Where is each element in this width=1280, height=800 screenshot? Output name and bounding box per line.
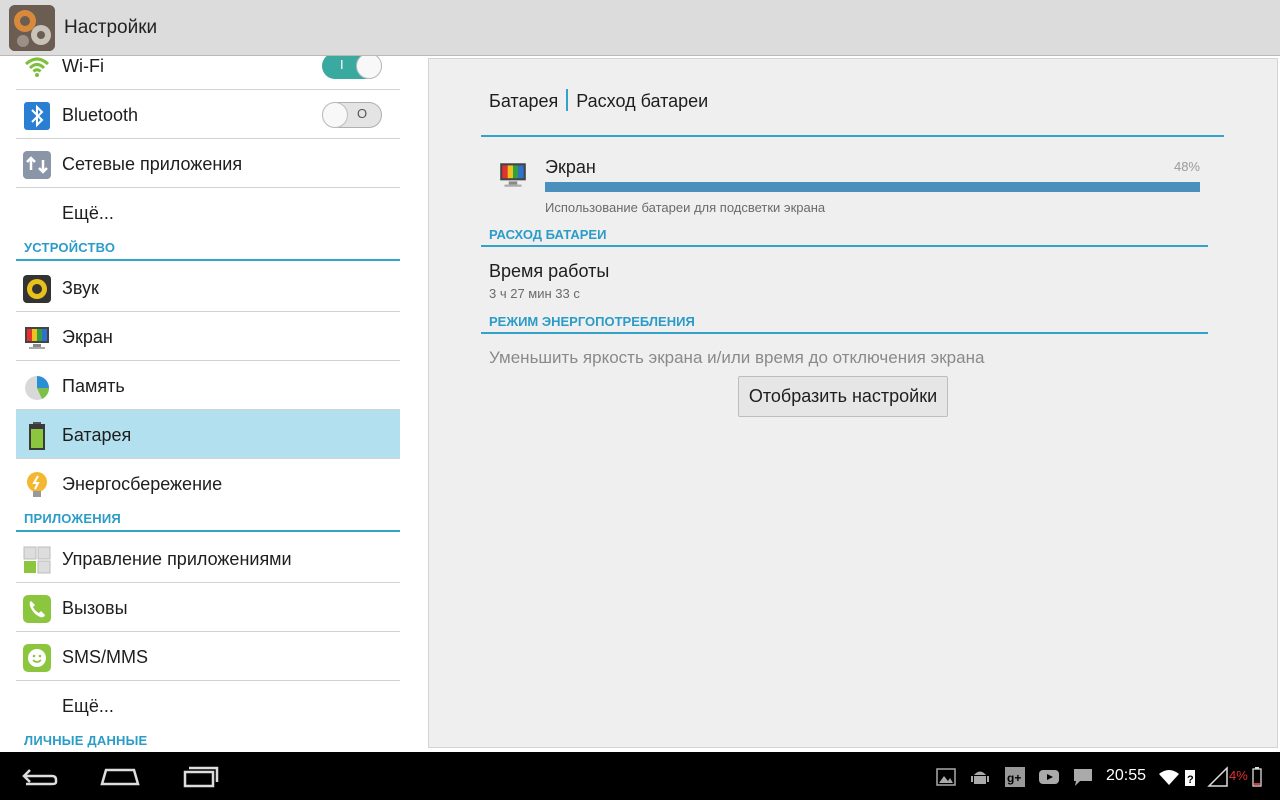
action-bar: Настройки	[0, 0, 1280, 56]
usage-percent: 48%	[1173, 159, 1200, 174]
phone-icon	[23, 595, 51, 623]
sidebar-item-label: Wi-Fi	[62, 56, 104, 76]
sidebar-item-battery[interactable]: Батарея	[16, 410, 400, 459]
wifi-toggle[interactable]: I	[322, 56, 382, 79]
sidebar-item-more-wireless[interactable]: Ещё...	[16, 188, 400, 237]
back-icon[interactable]	[18, 762, 62, 790]
sidebar-item-power-saving[interactable]: Энергосбережение	[16, 459, 400, 508]
breadcrumb-divider	[481, 135, 1224, 137]
show-settings-button[interactable]: Отобразить настройки	[738, 376, 948, 417]
sidebar-item-label: Звук	[62, 278, 99, 298]
sidebar-item-label: Батарея	[62, 425, 132, 445]
status-clock: 20:55	[1106, 767, 1147, 784]
usage-item-name[interactable]: Экран	[545, 157, 596, 178]
section-header-device: УСТРОЙСТВО	[16, 237, 400, 261]
bluetooth-toggle[interactable]: O	[322, 102, 382, 128]
section-title: РЕЖИМ ЭНЕРГОПОТРЕБЛЕНИЯ	[489, 314, 695, 329]
runtime-value: 3 ч 27 мин 33 с	[489, 286, 580, 301]
recent-apps-icon[interactable]	[179, 762, 223, 790]
display-icon	[500, 163, 526, 187]
pie-chart-icon	[25, 376, 50, 400]
lightbulb-icon	[27, 472, 47, 497]
sidebar-item-sms-mms[interactable]: SMS/MMS	[16, 632, 400, 681]
power-hint: Уменьшить яркость экрана и/или время до …	[489, 348, 985, 367]
youtube-icon	[1039, 770, 1059, 784]
section-title: РАСХОД БАТАРЕИ	[489, 227, 607, 242]
breadcrumb: Батарея Расход батареи	[489, 89, 709, 113]
battery-percent: 4%	[1229, 768, 1248, 783]
settings-sidebar[interactable]: Wi-Fi I Bluetooth O Сетевые приложения Е…	[0, 56, 420, 752]
sidebar-item-label: Управление приложениями	[62, 549, 292, 569]
sidebar-item-label: Ещё...	[62, 696, 114, 716]
sidebar-item-more-apps[interactable]: Ещё...	[16, 681, 400, 730]
home-icon[interactable]	[98, 762, 142, 790]
toggle-knob	[356, 56, 382, 79]
usage-progress-bar	[545, 182, 1200, 192]
toggle-on-mark: I	[340, 57, 344, 72]
usage-description: Использование батареи для подсветки экра…	[545, 200, 826, 215]
sidebar-item-wifi[interactable]: Wi-Fi I	[16, 56, 400, 90]
runtime-label: Время работы	[489, 261, 610, 281]
wifi-icon	[24, 57, 50, 77]
apps-grid-icon	[23, 546, 51, 574]
signal-icon	[1207, 766, 1228, 787]
android-icon	[971, 771, 989, 784]
app-title: Настройки	[64, 17, 158, 38]
svg-text:g+: g+	[1007, 771, 1021, 785]
battery-detail-pane: Батарея Расход батареи Экран 48% Использо…	[428, 58, 1278, 748]
sidebar-item-display[interactable]: Экран	[16, 312, 400, 361]
wifi-unknown-icon: ?	[1185, 770, 1195, 786]
sidebar-item-label: Вызовы	[62, 598, 128, 618]
sidebar-item-label: Экран	[62, 327, 113, 347]
sidebar-item-label: Сетевые приложения	[62, 154, 243, 174]
sidebar-item-label: Ещё...	[62, 203, 114, 223]
section-header-apps: ПРИЛОЖЕНИЯ	[16, 508, 400, 532]
breadcrumb-item-battery-usage: Расход батареи	[576, 91, 709, 111]
sidebar-item-bluetooth[interactable]: Bluetooth O	[16, 90, 400, 139]
section-header-battery-usage: РАСХОД БАТАРЕИ	[481, 225, 1208, 247]
sidebar-item-label: Bluetooth	[62, 105, 139, 125]
gallery-icon	[936, 768, 956, 786]
settings-app-icon[interactable]	[9, 5, 55, 51]
sidebar-item-calls[interactable]: Вызовы	[16, 583, 400, 632]
bluetooth-icon	[24, 102, 50, 130]
section-header-personal: ЛИЧНЫЕ ДАННЫЕ	[16, 730, 400, 752]
network-apps-icon	[23, 151, 51, 179]
sidebar-item-network-apps[interactable]: Сетевые приложения	[16, 139, 400, 188]
svg-text:?: ?	[1187, 774, 1194, 786]
section-header-power-mode: РЕЖИМ ЭНЕРГОПОТРЕБЛЕНИЯ	[481, 312, 1208, 334]
battery-low-icon	[1252, 767, 1262, 787]
breadcrumb-item-battery[interactable]: Батарея	[489, 91, 558, 111]
section-title: УСТРОЙСТВО	[24, 240, 116, 255]
breadcrumb-separator	[566, 89, 569, 112]
toggle-knob	[322, 102, 348, 128]
usage-progress-fill	[545, 182, 1200, 192]
sidebar-item-label: SMS/MMS	[62, 647, 149, 667]
wifi-icon	[1159, 770, 1179, 785]
system-bar: g+ 20:55 ? 4%	[0, 752, 1280, 800]
toggle-off-mark: O	[357, 106, 368, 121]
smiley-message-icon	[23, 644, 51, 672]
battery-icon	[29, 422, 45, 450]
sidebar-item-app-management[interactable]: Управление приложениями	[16, 534, 400, 583]
chat-icon	[1074, 769, 1092, 786]
sidebar-item-label: Память	[62, 376, 125, 396]
sidebar-item-storage[interactable]: Память	[16, 361, 400, 410]
display-icon	[25, 327, 49, 349]
google-plus-icon: g+	[1005, 767, 1025, 787]
section-title: ЛИЧНЫЕ ДАННЫЕ	[24, 733, 148, 748]
speaker-icon	[23, 275, 51, 303]
section-title: ПРИЛОЖЕНИЯ	[24, 511, 121, 526]
sidebar-item-label: Энергосбережение	[62, 474, 223, 494]
sidebar-item-sound[interactable]: Звук	[16, 263, 400, 312]
